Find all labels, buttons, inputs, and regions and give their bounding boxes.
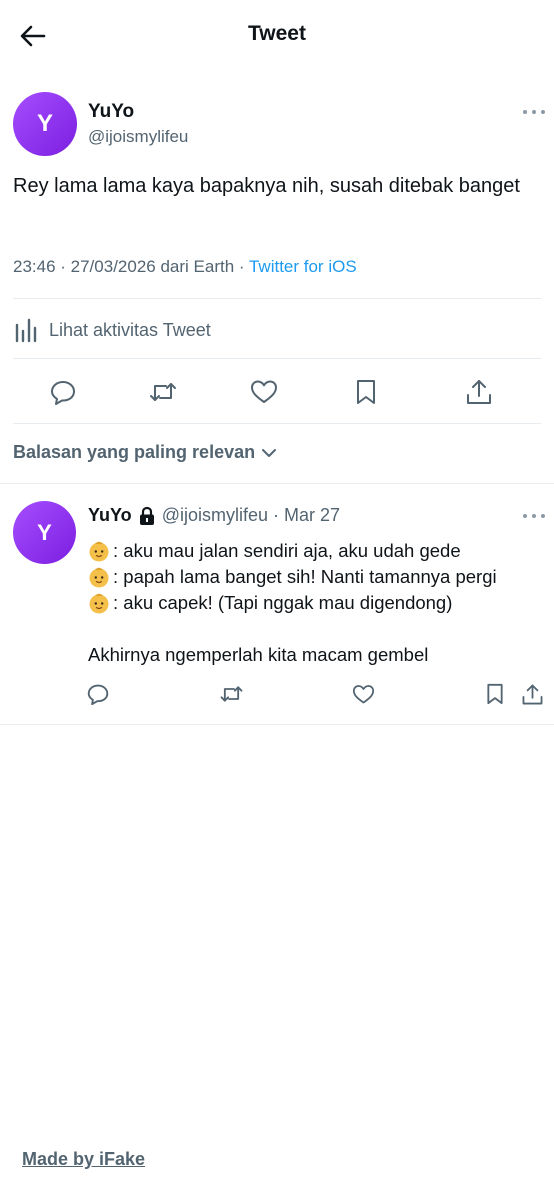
divider (0, 724, 554, 725)
bookmark-icon (487, 683, 503, 705)
tweet-source-link[interactable]: Twitter for iOS (249, 257, 357, 276)
reply-author-name[interactable]: YuYo (88, 505, 132, 526)
reply-avatar[interactable]: Y (13, 501, 76, 564)
reply-line-text: : aku mau jalan sendiri aja, aku udah ge… (113, 540, 461, 561)
baby-face-icon (88, 592, 110, 614)
lock-icon (138, 506, 156, 526)
reply-text: : aku mau jalan sendiri aja, aku udah ge… (88, 538, 538, 668)
divider (13, 298, 541, 299)
like-icon (251, 380, 277, 403)
reply-like-button[interactable] (349, 680, 377, 708)
reply-header: YuYo @ijoismylifeu · Mar 27 (88, 505, 340, 526)
divider (13, 423, 541, 424)
avatar[interactable]: Y (13, 92, 77, 156)
activity-label: Lihat aktivitas Tweet (49, 319, 211, 340)
reply-icon (51, 381, 75, 405)
reply-line-text: : papah lama banget sih! Nanti tamannya … (113, 566, 497, 587)
chevron-down-icon (261, 447, 277, 459)
reply-last-line: Akhirnya ngemperlah kita macam gembel (88, 644, 429, 665)
tweet-timestamp: 23:46 · 27/03/2026 dari Earth · (13, 257, 249, 276)
replies-sort-dropdown[interactable]: Balasan yang paling relevan (13, 442, 277, 463)
top-bar: Tweet (0, 0, 554, 72)
replies-sort-label: Balasan yang paling relevan (13, 442, 256, 462)
reply-reply-button[interactable] (84, 680, 112, 708)
reply-line: : aku capek! (Tapi nggak mau digendong) (88, 590, 538, 616)
retweet-button[interactable] (146, 375, 180, 409)
more-options-icon[interactable] (523, 512, 545, 520)
like-button[interactable] (247, 375, 281, 409)
share-icon (522, 684, 542, 704)
more-options-icon[interactable] (523, 108, 545, 116)
reply-bookmark-button[interactable] (481, 680, 509, 708)
retweet-icon (220, 686, 242, 702)
reply-retweet-button[interactable] (217, 680, 245, 708)
bookmark-button[interactable] (349, 375, 383, 409)
bookmark-icon (357, 380, 375, 404)
share-button[interactable] (462, 375, 496, 409)
baby-face-icon (88, 540, 110, 562)
baby-face-icon (88, 566, 110, 588)
like-icon (352, 684, 374, 703)
author-name[interactable]: YuYo (88, 101, 134, 123)
tweet-text: Rey lama lama kaya bapaknya nih, susah d… (13, 175, 520, 197)
reply-line-text: : aku capek! (Tapi nggak mau digendong) (113, 592, 453, 613)
tweet-meta: 23:46 · 27/03/2026 dari Earth · Twitter … (13, 257, 357, 277)
reply-line: : aku mau jalan sendiri aja, aku udah ge… (88, 538, 538, 564)
watermark-label: Made by iFake (22, 1149, 146, 1169)
reply-icon (87, 684, 109, 705)
retweet-icon (150, 383, 176, 401)
divider (0, 483, 554, 484)
reply-share-button[interactable] (518, 680, 546, 708)
tweet-activity-link[interactable]: Lihat aktivitas Tweet (13, 316, 211, 344)
share-icon (467, 380, 491, 404)
reply-button[interactable] (46, 375, 80, 409)
reply-line: : papah lama banget sih! Nanti tamannya … (88, 564, 538, 590)
page-title: Tweet (248, 22, 306, 45)
divider (13, 358, 541, 359)
author-handle[interactable]: @ijoismylifeu (88, 127, 188, 147)
analytics-icon (15, 318, 37, 343)
reply-handle-date[interactable]: @ijoismylifeu · Mar 27 (162, 505, 340, 526)
